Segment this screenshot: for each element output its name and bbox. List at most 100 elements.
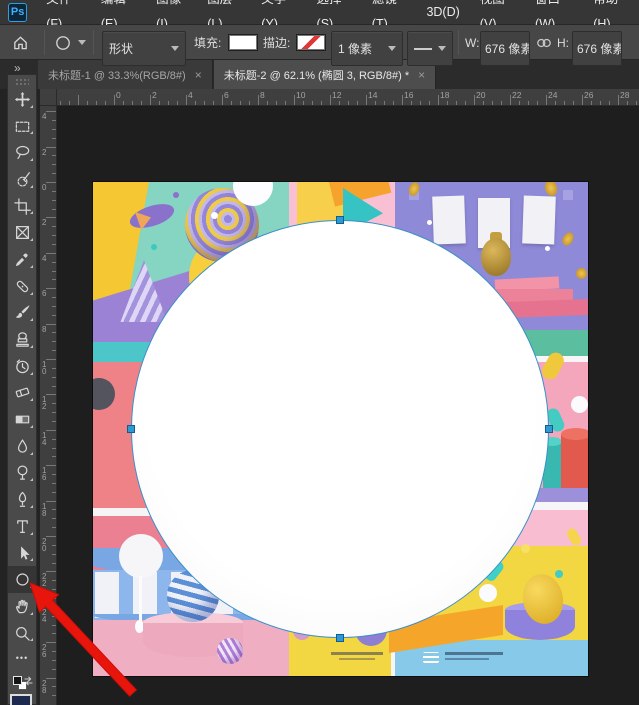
photoshop-logo-icon[interactable]: Ps [8,3,27,22]
art-decor [465,101,466,105]
art-decor [52,580,56,581]
move-icon [14,91,31,108]
art-decor [52,226,56,227]
art-decor [150,95,151,105]
toolbar-grip[interactable] [15,78,29,85]
clone-stamp-tool[interactable] [8,326,36,353]
frame-tool[interactable] [8,219,36,246]
art-decor [87,101,88,105]
horizontal-ruler[interactable]: 0246810121416182022242628 [57,89,639,106]
art-decor [46,536,56,537]
current-tool-preview[interactable] [54,25,86,60]
rectangular-marquee-tool[interactable] [8,113,36,140]
dodge-icon [14,464,31,481]
art-decor [46,678,56,679]
art-decor [177,101,178,105]
menu-item-8[interactable]: 3D(D) [416,0,469,25]
crop-tool[interactable] [8,193,36,220]
art-decor [52,518,56,519]
history-brush-tool[interactable] [8,353,36,380]
art-decor [52,509,56,510]
dodge-tool[interactable] [8,460,36,487]
chevron-down-icon [78,40,86,45]
fill-swatch[interactable] [228,34,258,51]
stroke-width-select[interactable]: 1 像素 [331,31,403,66]
ruler-origin-corner[interactable] [40,89,57,106]
eraser-tool[interactable] [8,380,36,407]
art-decor [204,101,205,105]
art-decor [46,607,56,608]
move-tool[interactable] [8,86,36,113]
home-button[interactable] [12,25,29,60]
width-field[interactable]: 676 像素 [480,31,530,66]
art-decor [46,501,56,502]
close-icon[interactable]: × [195,68,202,82]
vertical-ruler[interactable]: 42024681 01 21 41 61 82 02 22 42 62 8 [40,106,57,705]
shape-handle-top[interactable] [336,216,344,224]
swap-colors-icon[interactable] [23,674,34,692]
art-decor [339,101,340,105]
ruler-label: 2 [42,219,46,226]
zoom-tool[interactable] [8,620,36,647]
chevron-down-icon [388,46,396,51]
default-colors-control[interactable] [8,670,36,692]
art-decor [52,191,56,192]
close-icon[interactable]: × [418,68,425,82]
art-decor [57,36,69,48]
art-decor [16,280,28,292]
ruler-label: 10 [296,90,305,100]
foreground-color-swatch[interactable] [10,694,32,705]
art-decor [52,545,56,546]
art-decor [52,235,56,236]
lasso-tool[interactable] [8,139,36,166]
edit-toolbar-button[interactable]: ••• [8,646,36,670]
art-decor [52,155,56,156]
stroke-swatch[interactable] [296,34,326,51]
link-dimensions-button[interactable] [535,25,553,60]
ruler-label: 22 [512,90,521,100]
lasso-icon [14,144,31,161]
art-decor [52,456,56,457]
art-decor [20,391,22,396]
shape-handle-right[interactable] [545,425,553,433]
menu-items: 文件(F)编辑(E)图像(I)图层(L)文字(Y)选择(S)滤镜(T)3D(D)… [36,0,639,24]
art-decor [46,182,56,183]
art-decor [438,95,439,105]
art-decor [501,101,502,105]
blur-tool[interactable] [8,433,36,460]
art-decor [173,192,179,198]
path-selection-tool[interactable] [8,540,36,567]
frame-icon [14,224,31,241]
art-decor [60,101,61,105]
eyedropper-tool[interactable] [8,246,36,273]
tool-mode-select[interactable]: 形状 [102,31,186,66]
art-decor [14,92,29,107]
art-decor [52,412,56,413]
art-decor [555,570,563,578]
tool-bar: ••• [7,74,37,705]
gradient-tool[interactable] [8,406,36,433]
ellipse-icon [14,571,31,588]
zoom-icon [14,625,31,642]
type-tool[interactable] [8,513,36,540]
art-decor [52,403,56,404]
ellipse-shape-layer[interactable] [131,220,549,638]
brush-tool[interactable] [8,300,36,327]
art-decor [52,669,56,670]
shape-handle-left[interactable] [127,425,135,433]
shape-handle-bottom[interactable] [336,634,344,642]
ellipse-tool[interactable] [8,566,36,593]
pen-tool[interactable] [8,486,36,513]
art-decor [52,164,56,165]
hand-tool[interactable] [8,593,36,620]
collapse-panels-icon[interactable]: » [14,61,19,75]
art-decor [195,101,196,105]
pen-icon [14,491,31,508]
quick-selection-tool[interactable] [8,166,36,193]
art-decor [267,101,268,105]
ruler-label: 2 4 [42,609,46,623]
height-field[interactable]: 676 像素 [572,31,622,66]
hand-icon [14,598,31,615]
spot-healing-brush-tool[interactable] [8,273,36,300]
stroke-style-select[interactable] [407,31,453,66]
